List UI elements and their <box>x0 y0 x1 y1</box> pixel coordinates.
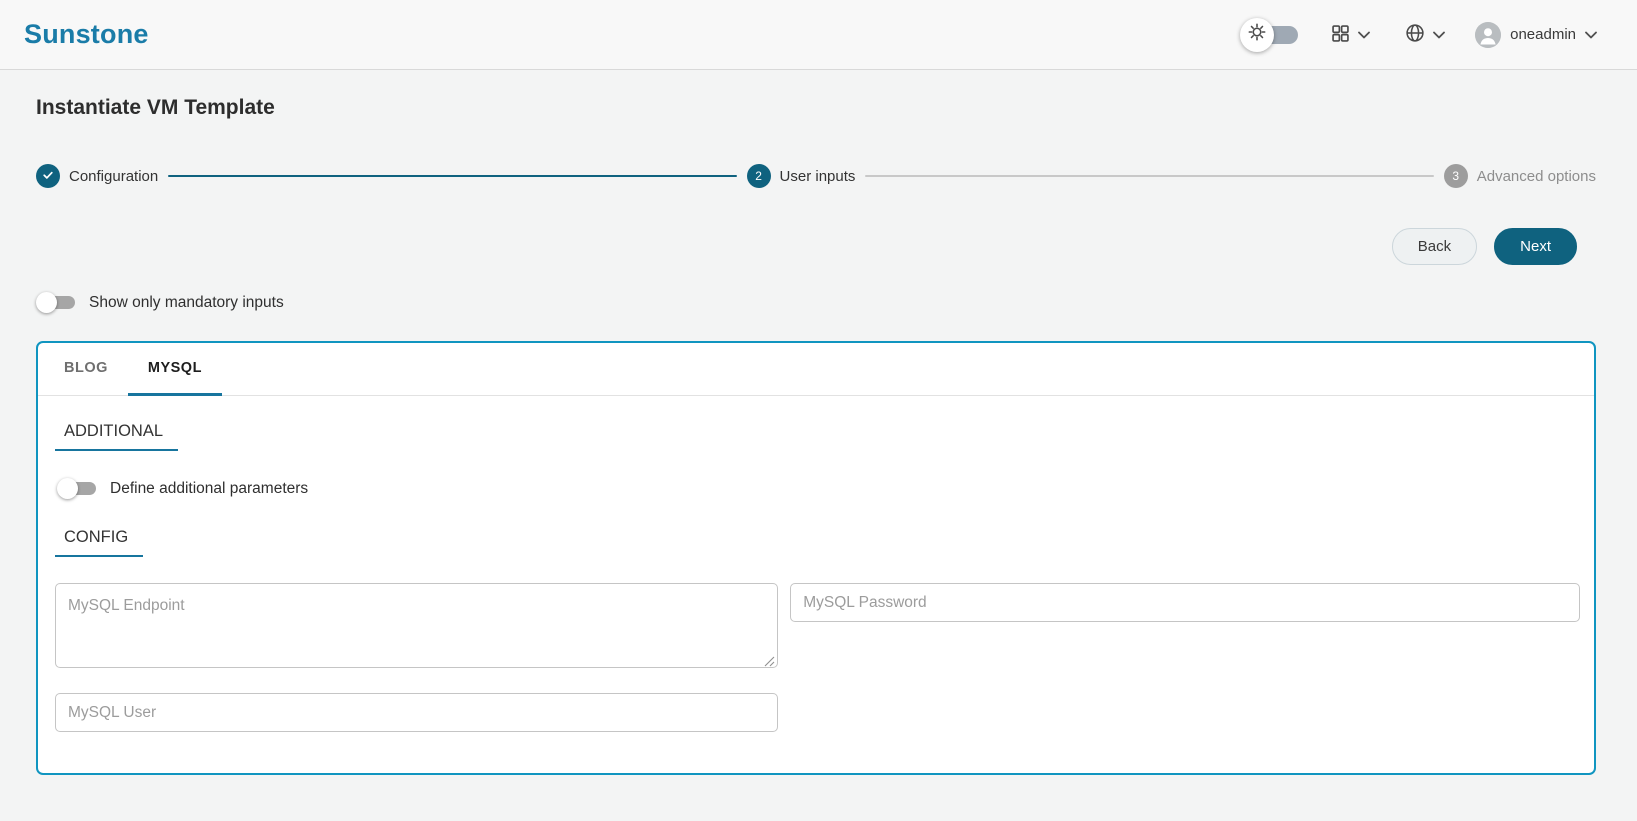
step-user-inputs: 2 User inputs <box>746 164 856 188</box>
chevron-down-icon <box>1433 27 1446 42</box>
main-content: Instantiate VM Template Configuration 2 … <box>0 70 1637 775</box>
stepper-connector <box>168 174 737 178</box>
toggle-thumb <box>36 292 57 313</box>
check-icon <box>41 168 55 185</box>
additional-section-title: ADDITIONAL <box>55 422 179 451</box>
step-configuration-label: Configuration <box>69 167 159 185</box>
step-advanced-options: 3 Advanced options <box>1443 164 1596 188</box>
config-fields-grid <box>55 583 1580 732</box>
avatar-icon <box>1475 21 1502 48</box>
next-button[interactable]: Next <box>1494 228 1577 265</box>
step-configuration-circle <box>36 164 60 188</box>
tab-mysql[interactable]: MYSQL <box>127 343 222 396</box>
mysql-password-field-wrap <box>790 583 1580 622</box>
mysql-user-field-wrap <box>55 693 779 732</box>
chevron-down-icon <box>1585 27 1597 42</box>
header-actions: oneadmin <box>1240 17 1597 52</box>
define-additional-parameters-label: Define additional parameters <box>110 479 309 497</box>
show-mandatory-toggle[interactable] <box>36 292 76 313</box>
step-user-inputs-label: User inputs <box>779 167 856 185</box>
theme-toggle-thumb <box>1240 17 1275 52</box>
additional-toggle-row: Define additional parameters <box>57 478 1580 499</box>
sunstone-logo: Sunstone <box>24 19 149 49</box>
globe-icon <box>1404 22 1426 47</box>
mysql-password-input[interactable] <box>790 583 1580 622</box>
username-label: oneadmin <box>1510 26 1576 43</box>
step-user-inputs-circle: 2 <box>746 164 771 188</box>
chevron-down-icon <box>1358 27 1371 42</box>
app-header: Sunstone oneadmin <box>0 0 1637 70</box>
mandatory-toggle-row: Show only mandatory inputs <box>36 292 1596 313</box>
role-tab-bar: BLOG MYSQL <box>38 343 1594 396</box>
show-mandatory-label: Show only mandatory inputs <box>89 293 284 311</box>
define-additional-parameters-toggle[interactable] <box>57 478 97 499</box>
toggle-thumb <box>57 478 78 499</box>
sun-icon <box>1246 21 1268 48</box>
user-menu-button[interactable]: oneadmin <box>1475 21 1597 48</box>
wizard-actions: Back Next <box>36 228 1577 265</box>
config-section-title: CONFIG <box>55 528 144 557</box>
page-title: Instantiate VM Template <box>36 96 275 119</box>
step-advanced-options-circle: 3 <box>1443 164 1468 188</box>
tab-blog[interactable]: BLOG <box>44 343 128 396</box>
stepper-connector <box>865 175 1434 177</box>
language-menu-button[interactable] <box>1400 18 1449 51</box>
step-configuration: Configuration <box>36 164 158 188</box>
step-advanced-options-label: Advanced options <box>1476 167 1596 185</box>
apps-menu-button[interactable] <box>1326 19 1374 51</box>
user-inputs-card: BLOG MYSQL ADDITIONAL Define additional … <box>36 341 1596 775</box>
mysql-endpoint-textarea[interactable] <box>55 583 779 668</box>
card-body: ADDITIONAL Define additional parameters … <box>38 396 1594 732</box>
grid-icon <box>1330 23 1351 47</box>
back-button[interactable]: Back <box>1391 228 1478 265</box>
theme-toggle[interactable] <box>1240 17 1300 52</box>
wizard-stepper: Configuration 2 User inputs 3 Advanced o… <box>36 164 1596 188</box>
textarea-resize-handle[interactable] <box>764 654 775 667</box>
mysql-user-input[interactable] <box>55 693 779 732</box>
mysql-endpoint-field-wrap <box>55 583 779 668</box>
